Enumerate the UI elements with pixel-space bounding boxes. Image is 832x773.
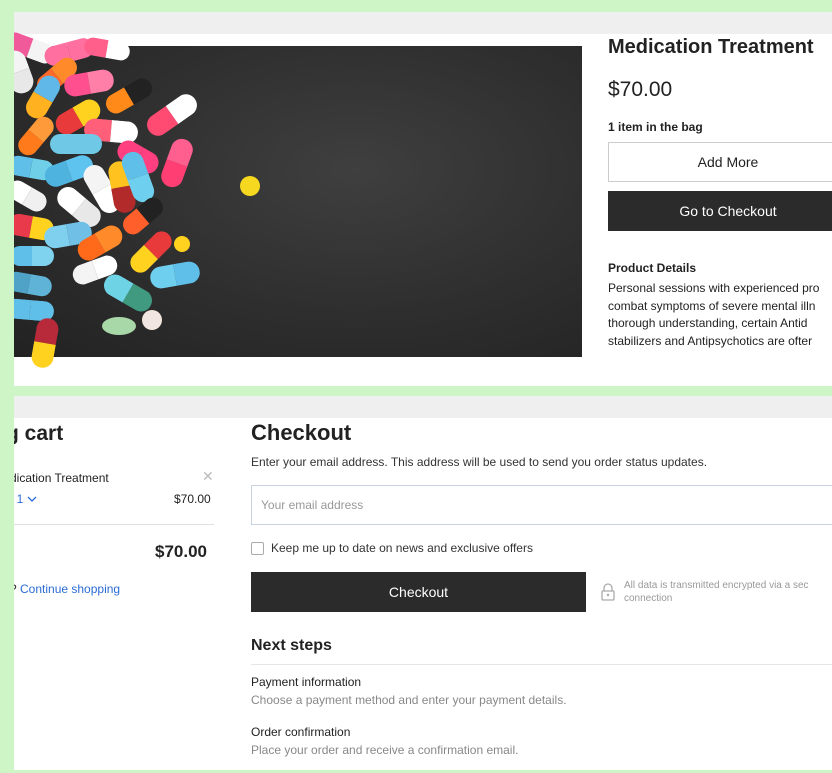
newsletter-label: Keep me up to date on news and exclusive… (271, 541, 533, 555)
pill (14, 246, 54, 266)
secure-line: All data is transmitted encrypted via a … (624, 580, 809, 591)
tablet (240, 176, 260, 196)
lock-icon (600, 582, 616, 602)
divider (251, 664, 832, 665)
pill (142, 89, 202, 141)
pill (158, 135, 196, 191)
tablet (142, 310, 162, 330)
cart-total: $70.00 (155, 542, 207, 561)
pill (29, 316, 61, 370)
pill (14, 176, 51, 216)
continue-shopping-link[interactable]: Continue shopping (20, 582, 120, 596)
pill (99, 270, 157, 316)
product-details-line: stabilizers and Antipsychotics are ofter (608, 333, 813, 348)
cart-item-name: dication Treatment (14, 471, 109, 485)
step-description: Choose a payment method and enter your p… (251, 693, 567, 707)
close-icon[interactable]: ✕ (202, 468, 214, 485)
quantity-select[interactable]: : 1 (14, 492, 37, 506)
email-field[interactable] (251, 485, 832, 525)
checkout-description: Enter your email address. This address w… (251, 455, 708, 469)
cart-item-price: $70.00 (174, 492, 211, 506)
secure-line: connection (624, 592, 673, 604)
add-more-button[interactable]: Add More (608, 142, 832, 182)
product-details-line: thorough understanding, certain Antid (608, 316, 808, 330)
step-description: Place your order and receive a confirmat… (251, 743, 519, 757)
top-bar (14, 396, 832, 418)
product-price: $70.00 (608, 78, 673, 101)
product-image (14, 29, 582, 370)
pill (14, 270, 54, 298)
pill (50, 134, 102, 154)
pill (82, 36, 132, 62)
bag-count: 1 item in the bag (608, 120, 703, 134)
pill (148, 259, 202, 291)
step-title: Payment information (251, 675, 362, 689)
cart-title: g cart (14, 422, 64, 445)
secure-connection-note: All data is transmitted encrypted via a … (624, 580, 809, 605)
continue-shopping-row: ? Continue shopping (14, 582, 120, 596)
divider (14, 524, 214, 525)
checkout-page-panel: g cart dication Treatment ✕ : 1 $70.00 $… (14, 396, 832, 770)
top-bar (14, 12, 832, 34)
quantity-value: : 1 (14, 492, 24, 506)
chevron-down-icon (27, 492, 37, 506)
go-to-checkout-button[interactable]: Go to Checkout (608, 191, 832, 231)
product-details-line: combat symptoms of severe mental illn (608, 298, 816, 313)
product-details-text: Personal sessions with experienced pro c… (608, 280, 819, 350)
tablet (174, 236, 190, 252)
product-details-heading: Product Details (608, 261, 697, 275)
newsletter-checkbox[interactable] (251, 541, 264, 555)
checkout-title: Checkout (251, 420, 352, 445)
step-title: Order confirmation (251, 725, 351, 739)
product-page-panel: Medication Treatment $70.00 1 item in th… (14, 12, 832, 386)
tablet (102, 317, 136, 335)
checkout-button[interactable]: Checkout (251, 572, 586, 612)
product-details-line: Personal sessions with experienced pro (608, 281, 820, 295)
product-title: Medication Treatment (608, 36, 814, 58)
next-steps-title: Next steps (251, 637, 332, 654)
newsletter-option[interactable]: Keep me up to date on news and exclusive… (251, 541, 533, 555)
